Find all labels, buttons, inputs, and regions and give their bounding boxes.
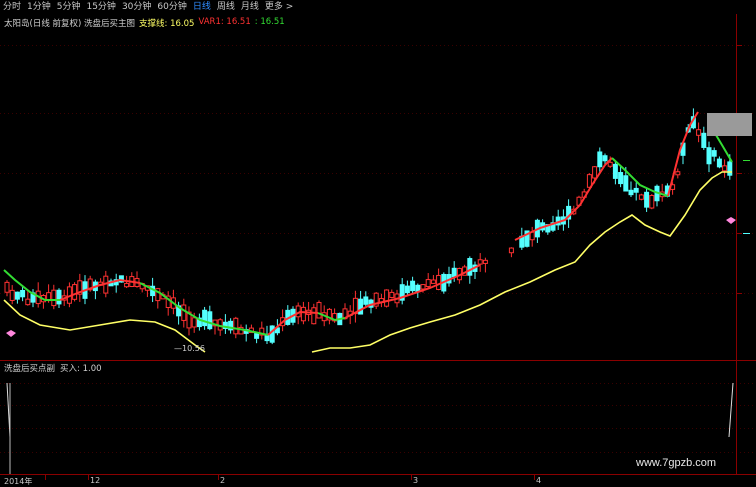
low-price-label: —10.56 (174, 344, 205, 353)
candle-body (701, 132, 707, 148)
candle-body (14, 291, 20, 300)
candle-body (191, 317, 197, 328)
candle-body (638, 194, 644, 200)
site-watermark: www.7gpzb.com (636, 457, 717, 469)
candle-body (4, 281, 10, 293)
candle-body (623, 175, 629, 192)
candle-body (311, 307, 317, 325)
diamond-signal-icon (6, 330, 16, 337)
buy-value: 买入: 1.00 (60, 364, 102, 374)
support-line (3, 171, 732, 353)
candle-body (269, 325, 275, 343)
sub-indicator-legend: 洗盘后买点副 买入: 1.00 (4, 362, 102, 374)
candle-body (696, 129, 702, 136)
kline-chart-canvas[interactable] (0, 0, 756, 487)
date-label-month: 4 (536, 476, 542, 485)
candle-body (592, 166, 598, 179)
candle-body (72, 284, 78, 300)
candle-body (618, 172, 624, 185)
candle-body (644, 191, 650, 208)
candle-body (181, 304, 187, 321)
candle-body (612, 163, 618, 179)
candle-body (628, 189, 634, 196)
candle-body (420, 284, 426, 290)
candle-body (451, 267, 457, 278)
candle-body (436, 274, 442, 290)
candle-body (415, 284, 421, 292)
candle-body (649, 195, 655, 209)
candle-body (300, 306, 306, 322)
candle-body (207, 311, 213, 330)
candle-body (477, 259, 483, 265)
candle-body (508, 247, 514, 254)
candle-body (430, 279, 436, 284)
candle-body (404, 285, 410, 294)
candle-body (633, 187, 639, 193)
candle-body (202, 309, 208, 327)
date-label-year: 2014年 (4, 477, 33, 486)
candle-body (467, 258, 473, 276)
candle-body (124, 282, 130, 288)
candle-body (711, 150, 717, 157)
candle-body (25, 298, 31, 306)
candle-body (254, 333, 260, 339)
candle-body (384, 289, 390, 307)
candle-body (607, 161, 613, 167)
candle-body (727, 161, 733, 176)
date-label-month: 2 (220, 476, 226, 485)
candle-body (722, 165, 728, 172)
stock-chart-window: 分时 1分钟 5分钟 15分钟 30分钟 60分钟 日线 周线 月线 更多 > … (0, 0, 756, 487)
candle-body (316, 302, 322, 319)
candle-body (363, 296, 369, 305)
candle-body (233, 317, 239, 335)
candle-body (425, 279, 431, 288)
candle-body (410, 280, 416, 292)
candle-body (716, 158, 722, 168)
candlestick-series (4, 108, 733, 345)
candle-body (706, 147, 712, 165)
info-box (707, 113, 752, 136)
candle-body (389, 291, 395, 298)
candle-body (9, 289, 15, 301)
diamond-signal-icon (726, 217, 736, 224)
date-label-month: 3 (413, 476, 419, 485)
candle-body (358, 298, 364, 315)
candle-body (20, 290, 26, 298)
candle-body (56, 289, 62, 305)
candle-body (597, 151, 603, 168)
sub-chart-title[interactable]: 洗盘后买点副 (4, 362, 55, 374)
grid-lines (0, 45, 756, 453)
candle-body (602, 155, 608, 162)
candle-body (482, 259, 488, 264)
candle-body (675, 171, 681, 176)
date-label-month: 12 (90, 476, 101, 485)
candle-body (51, 289, 57, 307)
